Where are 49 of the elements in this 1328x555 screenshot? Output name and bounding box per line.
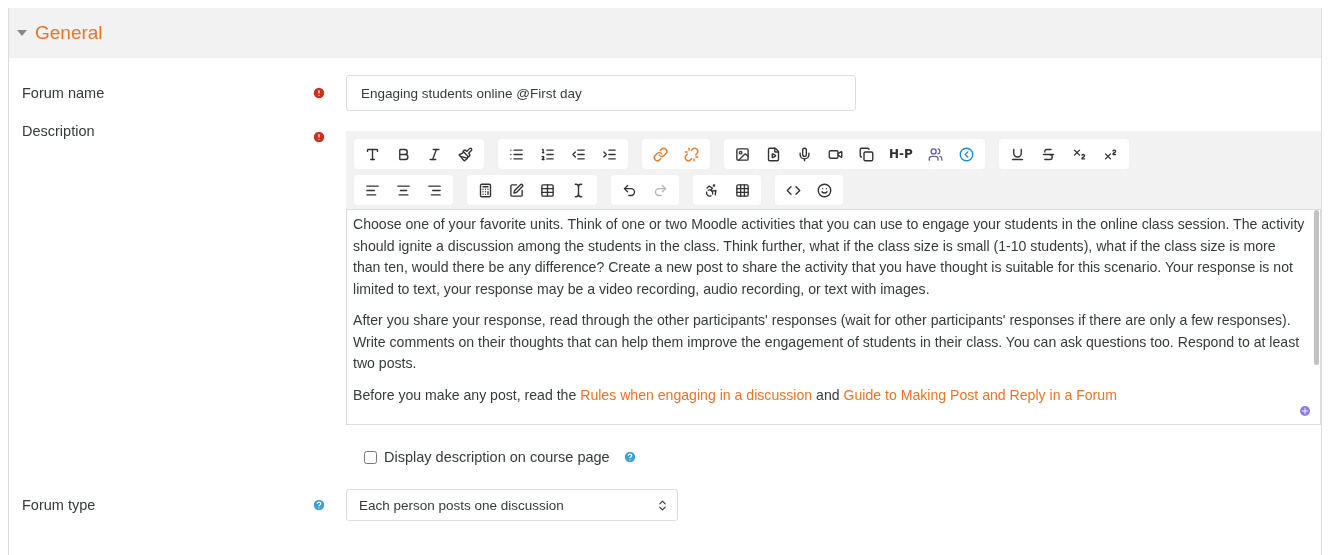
unlink-icon xyxy=(684,146,699,162)
video-file-icon xyxy=(766,146,781,162)
bold-icon xyxy=(396,146,411,162)
image-icon xyxy=(735,146,750,162)
font-icon xyxy=(365,146,380,162)
redo-icon xyxy=(653,182,668,198)
help-icon[interactable] xyxy=(622,450,637,464)
link-icon xyxy=(653,146,668,162)
forum-type-select[interactable]: Each person posts one discussion xyxy=(346,489,678,521)
outdent-icon xyxy=(571,146,586,162)
microphone-icon xyxy=(797,146,812,162)
brush-icon xyxy=(458,146,473,162)
editor-content[interactable] xyxy=(346,209,1321,425)
paragraph: After you share your response, read through the other participants' responses (wait for other participants' responses if there are only a few responses). Write comments on their thoughts that can help them improve the engagement of students in their class. You can ask questions too. Respond to at least two posts. xyxy=(353,311,1301,373)
plus-icon[interactable] xyxy=(1300,406,1310,416)
edit-icon xyxy=(509,182,524,198)
section-title: General xyxy=(35,22,103,44)
align-center-icon xyxy=(396,182,411,198)
copy-icon xyxy=(859,146,874,162)
checkbox-label[interactable]: Display description on course page xyxy=(384,449,610,465)
numbered-list-icon xyxy=(540,146,555,162)
grid-icon xyxy=(735,182,750,198)
calculator-icon xyxy=(478,182,493,198)
field-label: Forum name xyxy=(21,84,106,103)
paragraph: Choose one of your favorite units. Think of one or two Moodle activities that you can use to engage your students in the online class session. The activity should ignite a discussion among the students in the class. Think further, what if the class size is small (1-10 students), what if the class size is more than ten, would there be any difference? Create a new post to share the activity that you have thought is suitable for this scenario. Your response is not limited to text, your response may be a video recording, audio recording, or text with images. xyxy=(353,215,1306,299)
align-right-icon xyxy=(427,182,442,198)
undo-icon xyxy=(622,182,637,198)
superscript-icon xyxy=(1103,146,1118,162)
indent-icon xyxy=(602,146,617,162)
strikethrough-icon xyxy=(1041,146,1056,162)
field-label: Description xyxy=(21,122,96,140)
checkbox[interactable] xyxy=(364,450,377,464)
paragraph: Before you make any post, read the Rules when engaging in a discussion and Guide to Making Post and Reply in a Forum xyxy=(353,385,1118,405)
caret-icon xyxy=(17,30,27,36)
h5p-button[interactable]: H-P xyxy=(882,139,920,169)
smile-icon xyxy=(817,182,832,198)
subscript-icon xyxy=(1072,146,1087,162)
italic-icon xyxy=(427,146,442,162)
bullet-list-icon xyxy=(509,146,524,162)
people-icon xyxy=(928,146,943,162)
scrollbar[interactable] xyxy=(1314,210,1319,365)
field-label: Forum type xyxy=(21,496,97,515)
table-icon xyxy=(540,182,555,198)
help-icon[interactable] xyxy=(312,498,326,512)
forum-name-field[interactable]: Engaging students online @First day xyxy=(346,75,856,111)
align-left-icon xyxy=(365,182,380,198)
accessibility-icon xyxy=(704,182,719,198)
underline-icon xyxy=(1010,146,1025,162)
updown-icon xyxy=(656,498,669,512)
